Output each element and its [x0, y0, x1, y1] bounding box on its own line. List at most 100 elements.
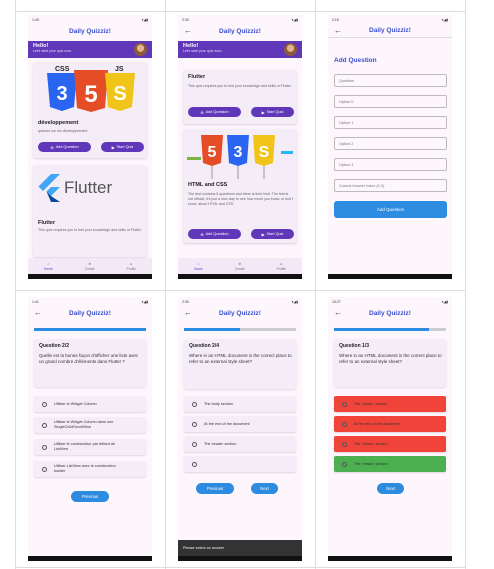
nav-create[interactable]: ⊕ Create [85, 262, 95, 271]
card-description: quizzes sur les développement [38, 129, 88, 133]
svg-text:S: S [259, 144, 270, 161]
progress-fill [34, 328, 146, 331]
card-title: Flutter [38, 220, 56, 226]
app-bar: ← Daily Quizziz! [28, 306, 152, 320]
answer-option[interactable] [184, 456, 296, 472]
flutter-logo-icon [38, 174, 60, 202]
status-icons: ▾◢▮ [141, 299, 148, 304]
answer-option-wrong[interactable]: The <head> section [334, 436, 446, 452]
status-time: 2:15 [332, 17, 339, 22]
play-icon: ▶ [111, 145, 115, 150]
previous-button[interactable]: Previous [196, 483, 234, 494]
app-title: Daily Quizziz! [219, 309, 261, 317]
back-arrow-icon[interactable]: ← [334, 26, 342, 35]
svg-text:JS: JS [115, 66, 124, 73]
avatar[interactable] [134, 43, 147, 56]
back-arrow-icon[interactable]: ← [334, 308, 342, 317]
play-icon: ▶ [261, 110, 265, 115]
screen-home: 1:49 ▾◢▮ Daily Quizziz! Hello! Let's star… [28, 15, 152, 279]
status-icons: ▾◢▮ [441, 299, 448, 304]
add-circle-icon: ⊕ [88, 261, 92, 266]
add-question-button[interactable]: ⊕ Add Question [188, 107, 241, 117]
card-flutter[interactable]: Flutter Flutter This quiz requires you t… [33, 165, 147, 257]
answer-option[interactable]: Utiliser le Widget Column dans une Singl… [34, 417, 146, 433]
progress-bar [334, 328, 446, 331]
radio-icon [342, 421, 347, 427]
card-html-css[interactable]: 5 3 S HTML and CSS The test contains 5 q… [183, 129, 297, 243]
answer-option[interactable]: Utiliser ListView avec le constructeur b… [34, 461, 146, 477]
home-icon: ⌂ [47, 261, 50, 266]
add-question-submit-button[interactable]: Add Question [334, 201, 447, 218]
card-title: Flutter [188, 74, 206, 80]
answer-option-wrong[interactable]: The <body> section [334, 396, 446, 412]
answer-option[interactable]: Utiliser le Widget Column [34, 396, 146, 412]
status-time: 1:49 [32, 17, 39, 22]
snackbar: Please select an answer [178, 540, 302, 556]
option-3-field[interactable]: Option 3 [334, 158, 447, 171]
grid-divider-v1 [165, 0, 166, 569]
card-flutter[interactable]: Flutter This quiz requires you to test y… [183, 70, 297, 124]
back-arrow-icon[interactable]: ← [184, 26, 192, 35]
app-bar: ← Daily Quizziz! [178, 306, 302, 320]
correct-answer-index-field[interactable]: Correct Answer Index (0-3) [334, 179, 447, 192]
radio-icon [42, 401, 47, 407]
start-quiz-button[interactable]: ▶ Start Quiz [101, 142, 144, 152]
status-bar: 2:30 ▾◢▮ [178, 15, 302, 24]
nav-profile[interactable]: ● Profile [277, 262, 286, 271]
app-bar: ← Daily Quizziz! [178, 24, 302, 38]
start-quiz-button[interactable]: ▶ Start Quiz [251, 107, 294, 117]
progress-bar [184, 328, 296, 331]
back-arrow-icon[interactable]: ← [34, 308, 42, 317]
plus-circle-icon: ⊕ [50, 145, 54, 150]
previous-button[interactable]: Previous [71, 491, 109, 502]
next-button[interactable]: Next [377, 483, 404, 494]
grid-divider-top [15, 11, 466, 12]
nav-home[interactable]: ⌂ Home [44, 262, 53, 271]
card-title: HTML and CSS [188, 182, 228, 188]
question-card: Question 2/2 Quelle est la bonne façon d… [34, 339, 146, 387]
flutter-wordmark: Flutter [64, 178, 113, 197]
person-icon: ● [130, 261, 133, 266]
back-arrow-icon[interactable]: ← [184, 308, 192, 317]
app-title: Daily Quizziz! [69, 309, 111, 317]
option-2-field[interactable]: Option 2 [334, 137, 447, 150]
answer-option-wrong[interactable]: At the end of the document [334, 416, 446, 432]
grid-divider-mid [15, 290, 466, 291]
answer-option[interactable]: Utiliser le constructeur par défaut de L… [34, 439, 146, 455]
play-icon: ▶ [261, 232, 265, 237]
gesture-bar [328, 274, 452, 279]
next-button[interactable]: Next [251, 483, 278, 494]
question-title: Question 2/2 [39, 343, 70, 349]
start-quiz-button[interactable]: ▶ Start Quiz [251, 229, 294, 239]
answer-option[interactable]: The body section [184, 396, 296, 412]
avatar[interactable] [284, 43, 297, 56]
answer-option-correct[interactable]: The <head> section [334, 456, 446, 472]
plus-circle-icon: ⊕ [200, 110, 204, 115]
radio-icon [192, 461, 197, 467]
add-question-button[interactable]: ⊕ Add Question [38, 142, 91, 152]
add-question-button[interactable]: ⊕ Add Question [188, 229, 241, 239]
nav-create[interactable]: ⊕ Create [235, 262, 245, 271]
app-bar: ← Daily Quizziz! [328, 24, 452, 38]
status-bar: 2:30 ▾◢▮ [178, 297, 302, 306]
progress-bar [34, 328, 146, 331]
status-bar: 10:27 ▾◢▮ [328, 297, 452, 306]
app-title: Daily Quizziz! [369, 27, 411, 34]
answer-option[interactable]: At the end of the document [184, 416, 296, 432]
grid-divider-bottom [15, 567, 466, 568]
radio-icon [42, 466, 47, 472]
option-0-field[interactable]: Option 0 [334, 95, 447, 108]
question-field[interactable]: Question [334, 74, 447, 87]
screen-quiz-answer-feedback: 10:27 ▾◢▮ ← Daily Quizziz! Question 1/3 Wh… [328, 297, 452, 561]
answer-option[interactable]: The header section [184, 436, 296, 452]
card-developpement[interactable]: CSS JS 3 5 S développement quizzes sur l… [33, 62, 147, 158]
hello-banner: Hello! Let's start your quiz now... [28, 41, 152, 58]
hello-subtitle: Let's start your quiz now... [183, 49, 224, 53]
option-1-field[interactable]: Option 1 [334, 116, 447, 129]
screen-add-question: 2:15 ▾◢▮ ← Daily Quizziz! Add Question Que… [328, 15, 452, 279]
status-bar: 2:15 ▾◢▮ [328, 15, 452, 24]
nav-home[interactable]: ⌂ Home [194, 262, 203, 271]
nav-profile[interactable]: ● Profile [127, 262, 136, 271]
screen-quiz-question-2-4: 2:30 ▾◢▮ ← Daily Quizziz! Question 2/4 Whe… [178, 297, 302, 561]
app-title: Daily Quizziz! [69, 27, 111, 35]
